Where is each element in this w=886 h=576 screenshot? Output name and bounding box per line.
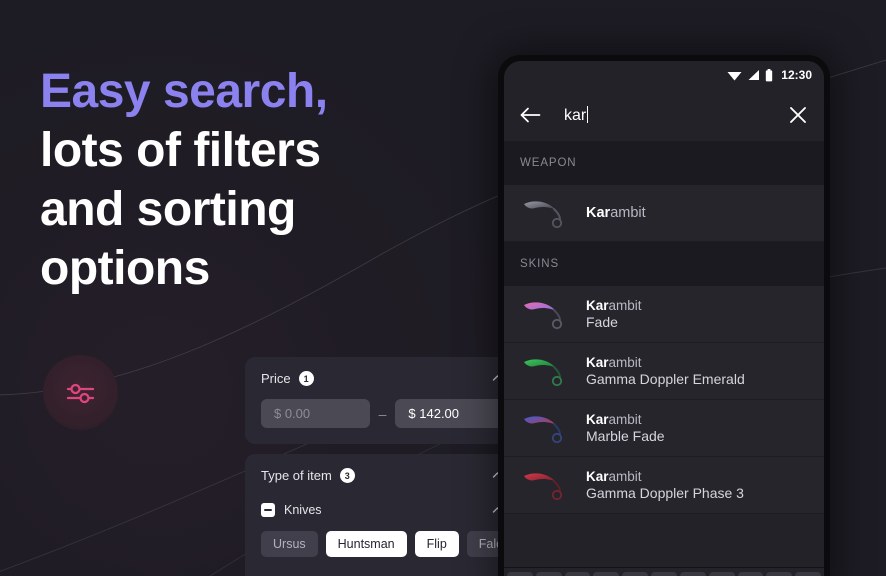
list-item-title: Karambit <box>586 469 744 484</box>
key-6[interactable]: 6 <box>651 572 677 576</box>
sliders-icon <box>66 383 94 403</box>
status-bar: 12:30 <box>504 61 824 89</box>
filter-group-knives[interactable]: Knives <box>261 503 504 517</box>
filter-panel: Price 1 $ 0.00 – $ 142.00 Type of item 3 <box>245 357 539 576</box>
price-label: Price <box>261 371 291 386</box>
battery-icon <box>766 68 773 81</box>
list-item[interactable]: Karambit Gamma Doppler Emerald <box>504 343 824 400</box>
page-title: Easy search, lots of filters and sorting… <box>40 62 470 298</box>
section-header-weapon: WEAPON <box>504 141 824 185</box>
type-of-item-header[interactable]: Type of item 3 <box>261 468 504 483</box>
list-item[interactable]: Karambit Gamma Doppler Phase 3 <box>504 457 824 514</box>
list-item-title: Karambit <box>586 205 646 221</box>
type-of-item-label: Type of item <box>261 468 332 483</box>
price-range-row: $ 0.00 – $ 142.00 <box>261 399 505 428</box>
list-item-subtitle: Gamma Doppler Emerald <box>586 371 745 387</box>
list-item-title: Karambit <box>586 355 745 370</box>
list-item-text: Karambit Gamma Doppler Emerald <box>586 355 745 387</box>
headline-line-3: and sorting <box>40 183 296 236</box>
karambit-knife-icon <box>524 302 563 330</box>
search-match: Kar <box>586 355 609 370</box>
key-8[interactable]: 8 <box>708 572 735 576</box>
list-item-title: Karambit <box>586 412 665 427</box>
search-match: Kar <box>586 298 609 313</box>
search-match: Kar <box>586 469 609 484</box>
price-header[interactable]: Price 1 <box>261 371 504 386</box>
status-bar-time: 12:30 <box>781 68 812 82</box>
karambit-knife-icon <box>524 473 563 501</box>
search-bar: kar <box>504 89 824 141</box>
section-header-skins: SKINS <box>504 242 824 286</box>
karambit-knife-icon <box>524 359 563 387</box>
list-item-subtitle: Gamma Doppler Phase 3 <box>586 485 744 501</box>
price-range-separator: – <box>378 405 387 422</box>
title-rest: ambit <box>610 205 646 221</box>
headline-line-1: Easy search, <box>40 65 328 118</box>
knives-checkbox[interactable] <box>261 503 275 517</box>
title-rest: ambit <box>608 412 642 427</box>
chip-flip[interactable]: Flip <box>414 531 459 557</box>
key-numero[interactable]: № <box>795 572 821 576</box>
knives-chip-list: Ursus Huntsman Flip Falchion <box>261 531 539 557</box>
promo-screenshot: Easy search, lots of filters and sorting… <box>0 0 886 576</box>
list-item[interactable]: Karambit Marble Fade <box>504 400 824 457</box>
key-4[interactable]: 4 <box>593 572 620 576</box>
title-rest: ambit <box>608 355 642 370</box>
list-item-subtitle: Marble Fade <box>586 428 665 444</box>
key-0[interactable]: 0 <box>766 572 793 576</box>
chip-ursus[interactable]: Ursus <box>261 531 318 557</box>
search-match: Kar <box>586 205 611 221</box>
title-rest: ambit <box>608 469 642 484</box>
key-9[interactable]: 9 <box>737 572 764 576</box>
wifi-icon <box>727 72 742 81</box>
key-3[interactable]: 3 <box>564 572 591 576</box>
headline-line-4: options <box>40 242 210 295</box>
karambit-knife-icon <box>524 416 563 444</box>
title-rest: ambit <box>608 298 642 313</box>
filter-badge <box>43 355 118 430</box>
key-1[interactable]: 1 <box>507 572 533 576</box>
list-item-text: Karambit Marble Fade <box>586 412 665 444</box>
price-min-input[interactable]: $ 0.00 <box>261 399 370 428</box>
filter-section-price: Price 1 $ 0.00 – $ 142.00 <box>245 357 520 444</box>
list-item[interactable]: Karambit <box>504 185 824 242</box>
type-of-item-count-badge: 3 <box>339 468 355 483</box>
phone-mockup: 12:30 kar WEAPON Karambit SKINS Karambit… <box>498 55 830 576</box>
list-item-text: Karambit Gamma Doppler Phase 3 <box>586 469 744 501</box>
key-5[interactable]: 5 <box>622 572 649 576</box>
list-item-text: Karambit Fade <box>586 298 642 330</box>
keyboard-number-row: 1 2 3 4 5 6 7 8 9 0 № <box>504 567 824 576</box>
chip-huntsman[interactable]: Huntsman <box>325 531 407 557</box>
search-input[interactable]: kar <box>564 106 788 125</box>
signal-icon <box>748 70 760 80</box>
list-item[interactable]: Karambit Fade <box>504 286 824 343</box>
list-item-title: Karambit <box>586 298 642 313</box>
price-count-badge: 1 <box>298 371 314 386</box>
headline-line-2: lots of filters <box>40 124 321 177</box>
karambit-knife-icon <box>524 201 563 229</box>
phone-screen: 12:30 kar WEAPON Karambit SKINS Karambit… <box>504 61 824 576</box>
close-icon[interactable] <box>788 105 808 125</box>
list-item-subtitle: Fade <box>586 314 618 330</box>
knives-label: Knives <box>284 503 322 517</box>
list-item-text: Karambit <box>586 205 646 221</box>
arrow-left-icon[interactable] <box>520 106 542 124</box>
search-match: Kar <box>586 412 609 427</box>
filter-section-type-of-item: Type of item 3 Knives Ursus Huntsman Fli… <box>245 454 539 576</box>
price-max-input[interactable]: $ 142.00 <box>395 399 505 428</box>
key-7[interactable]: 7 <box>679 572 706 576</box>
key-2[interactable]: 2 <box>535 572 562 576</box>
